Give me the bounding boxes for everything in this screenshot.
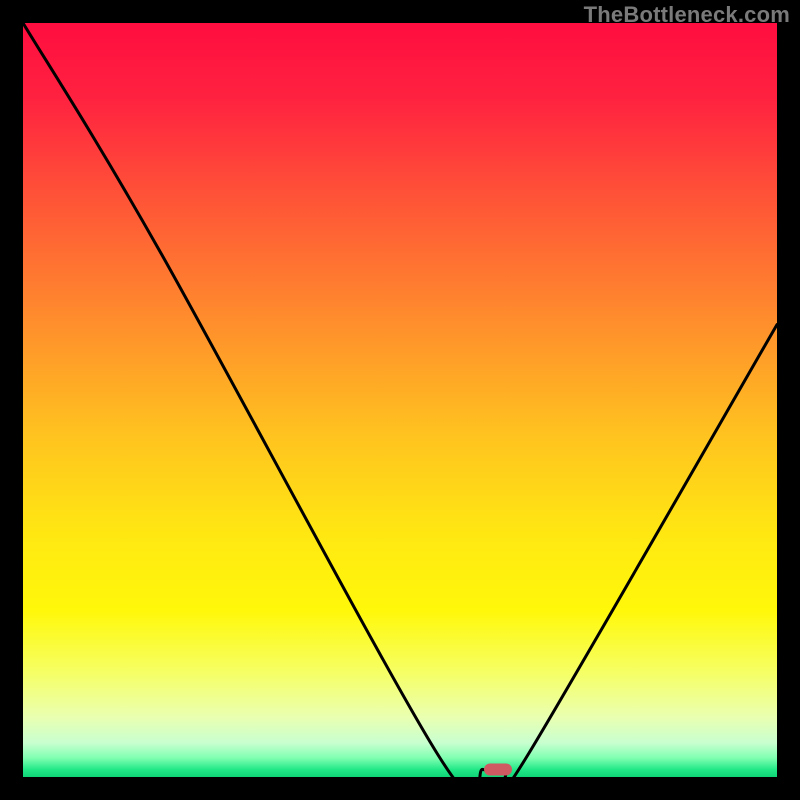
chart-svg	[23, 23, 777, 777]
minimum-marker	[484, 763, 512, 775]
chart-frame: TheBottleneck.com	[0, 0, 800, 800]
chart-background	[23, 23, 777, 777]
chart-plot-area	[23, 23, 777, 777]
watermark-text: TheBottleneck.com	[584, 2, 790, 28]
